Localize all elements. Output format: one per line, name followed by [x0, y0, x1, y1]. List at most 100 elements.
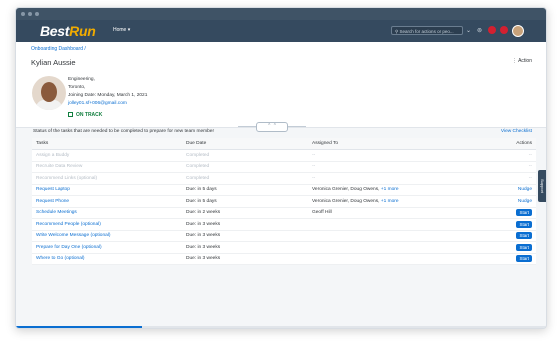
window-close-dot[interactable] — [21, 12, 25, 16]
actions-cell: Nudge — [490, 195, 536, 208]
alerts-icon[interactable] — [500, 26, 508, 34]
table-header-row: Tasks Due Date Assigned To Actions — [32, 138, 536, 150]
table-row[interactable]: Recommend Links (optional) Completed -- -- — [32, 172, 536, 185]
help-icon[interactable]: ⊚ — [477, 27, 482, 34]
page-title: Kylian Aussie — [31, 58, 76, 67]
assignee-names: Veronica Grenier, Doug Owens, — [312, 187, 381, 193]
assignee-names: Geoff Hill — [312, 210, 332, 216]
column-header-tasks[interactable]: Tasks — [32, 138, 182, 150]
department-text: Engineering, — [68, 77, 95, 82]
table-row[interactable]: Write Welcome Message (optional) Due: in … — [32, 230, 536, 242]
bestrun-logo[interactable]: BestRun — [40, 23, 96, 39]
object-header: Onboarding Dashboard / Kylian Aussie ⋮ A… — [16, 42, 546, 132]
task-name-link[interactable]: Recommend People (optional) — [32, 218, 182, 231]
actions-cell: Start — [490, 230, 536, 242]
task-name-link[interactable]: Assign a Buddy — [32, 149, 182, 162]
due-date-cell: Completed — [182, 161, 308, 173]
actions-cell: Start — [490, 241, 536, 254]
table-row[interactable]: Schedule Meetings Due: in 2 weeks Geoff Hi… — [32, 207, 536, 219]
scroll-indicator[interactable] — [16, 326, 142, 328]
column-header-actions[interactable]: Actions — [490, 138, 536, 150]
start-button[interactable]: Start — [516, 243, 532, 251]
tasks-table: Tasks Due Date Assigned To Actions Assig… — [32, 138, 536, 265]
due-date-cell: Due: in 2 weeks — [182, 207, 308, 219]
nudge-link[interactable]: Nudge — [518, 199, 532, 204]
assignee-names: -- — [312, 175, 316, 181]
start-button[interactable]: Start — [516, 209, 532, 217]
window-maximize-dot[interactable] — [35, 12, 39, 16]
actions-cell: -- — [490, 172, 536, 185]
email-link[interactable]: jolley01.sf+006@gmail.com — [68, 100, 147, 108]
user-avatar[interactable] — [512, 25, 524, 37]
photo-face — [41, 82, 57, 102]
table-row[interactable]: Prepare for Day One (optional) Due: in 3 … — [32, 241, 536, 254]
due-date-cell: Due: in 5 days — [182, 184, 308, 196]
collapse-header-button[interactable]: ⌃ ⌃ — [256, 122, 288, 132]
assigned-to-cell: -- — [308, 149, 491, 162]
table-row[interactable]: Where to Go (optional) Due: in 3 weeks Sta… — [32, 253, 536, 265]
search-scope-chevron-icon[interactable]: ⌄ — [466, 27, 471, 34]
notifications-icon[interactable] — [488, 26, 496, 34]
assigned-to-cell: -- — [308, 161, 491, 173]
task-name-link[interactable]: Recommend Links (optional) — [32, 172, 182, 185]
task-name-link[interactable]: Prepare for Day One (optional) — [32, 241, 182, 254]
task-name-link[interactable]: Recruite Data Review — [32, 161, 182, 173]
due-date-cell: Completed — [182, 149, 308, 162]
table-row[interactable]: Recruite Data Review Completed -- -- — [32, 161, 536, 173]
table-row[interactable]: Assign a Buddy Completed -- -- — [32, 149, 536, 162]
column-header-assigned-to[interactable]: Assigned To — [308, 138, 491, 150]
home-menu[interactable]: Home ▾ — [113, 27, 130, 33]
task-name-link[interactable]: Request Laptop — [32, 184, 182, 196]
more-assignees-link[interactable]: +1 more — [381, 199, 399, 204]
assigned-to-cell: -- — [308, 172, 491, 185]
action-placeholder: -- — [528, 152, 532, 158]
actions-cell: Nudge — [490, 184, 536, 196]
status-text: ON TRACK — [76, 112, 103, 118]
assignee-names: -- — [312, 152, 316, 158]
assigned-to-cell — [308, 230, 491, 242]
due-date-cell: Due: in 3 weeks — [182, 241, 308, 254]
due-date-cell: Due: in 3 weeks — [182, 218, 308, 231]
actions-cell: Start — [490, 253, 536, 265]
window-minimize-dot[interactable] — [28, 12, 32, 16]
logo-text: Best — [40, 23, 70, 39]
tasks-status-text: Status of the tasks that are needed to b… — [33, 129, 215, 134]
assigned-to-cell: Veronica Grenier, Doug Owens, +1 more — [308, 195, 491, 208]
action-placeholder: -- — [528, 175, 532, 181]
start-button[interactable]: Start — [516, 255, 532, 263]
action-button[interactable]: ⋮ Action — [512, 58, 532, 64]
due-date-cell: Completed — [182, 172, 308, 185]
table-row[interactable]: Request Laptop Due: in 5 days Veronica Gre… — [32, 184, 536, 196]
view-checklist-link[interactable]: View Checklist — [501, 129, 532, 134]
breadcrumb[interactable]: Onboarding Dashboard / — [31, 46, 86, 52]
table-row[interactable]: Recommend People (optional) Due: in 3 wee… — [32, 218, 536, 231]
assigned-to-cell — [308, 253, 491, 265]
app-window: BestRun Home ▾ ⚲ Search for actions or p… — [15, 7, 547, 329]
assigned-to-cell: Veronica Grenier, Doug Owens, +1 more — [308, 184, 491, 196]
window-titlebar — [16, 8, 546, 20]
location-text: Toronto, — [68, 85, 86, 90]
actions-cell: Start — [490, 218, 536, 231]
task-name-link[interactable]: Schedule Meetings — [32, 207, 182, 219]
shell-bar: BestRun Home ▾ ⚲ Search for actions or p… — [16, 20, 546, 42]
task-name-link[interactable]: Request Phone — [32, 195, 182, 208]
due-date-cell: Due: in 3 weeks — [182, 230, 308, 242]
task-name-link[interactable]: Write Welcome Message (optional) — [32, 230, 182, 242]
joining-date-text: Joining Date: Monday, March 1, 2021 — [68, 93, 148, 98]
nudge-link[interactable]: Nudge — [518, 187, 532, 192]
task-name-link[interactable]: Where to Go (optional) — [32, 253, 182, 265]
checkbox-icon — [68, 112, 73, 117]
search-input[interactable]: ⚲ Search for actions or peo... — [391, 26, 463, 35]
start-button[interactable]: Start — [516, 220, 532, 228]
employee-info: Engineering, Toronto, Joining Date: Mond… — [68, 76, 147, 108]
assigned-to-cell — [308, 218, 491, 231]
column-header-due-date[interactable]: Due Date — [182, 138, 308, 150]
table-row[interactable]: Request Phone Due: in 5 days Veronica Gren… — [32, 195, 536, 208]
more-assignees-link[interactable]: +1 more — [381, 187, 399, 192]
actions-cell: Start — [490, 207, 536, 219]
search-placeholder: Search for actions or peo... — [399, 29, 454, 34]
assignee-names: -- — [312, 164, 316, 170]
support-tab[interactable]: Support — [538, 170, 546, 202]
start-button[interactable]: Start — [516, 232, 532, 240]
tasks-table-body: Assign a Buddy Completed -- -- Recruite Data… — [32, 149, 536, 265]
